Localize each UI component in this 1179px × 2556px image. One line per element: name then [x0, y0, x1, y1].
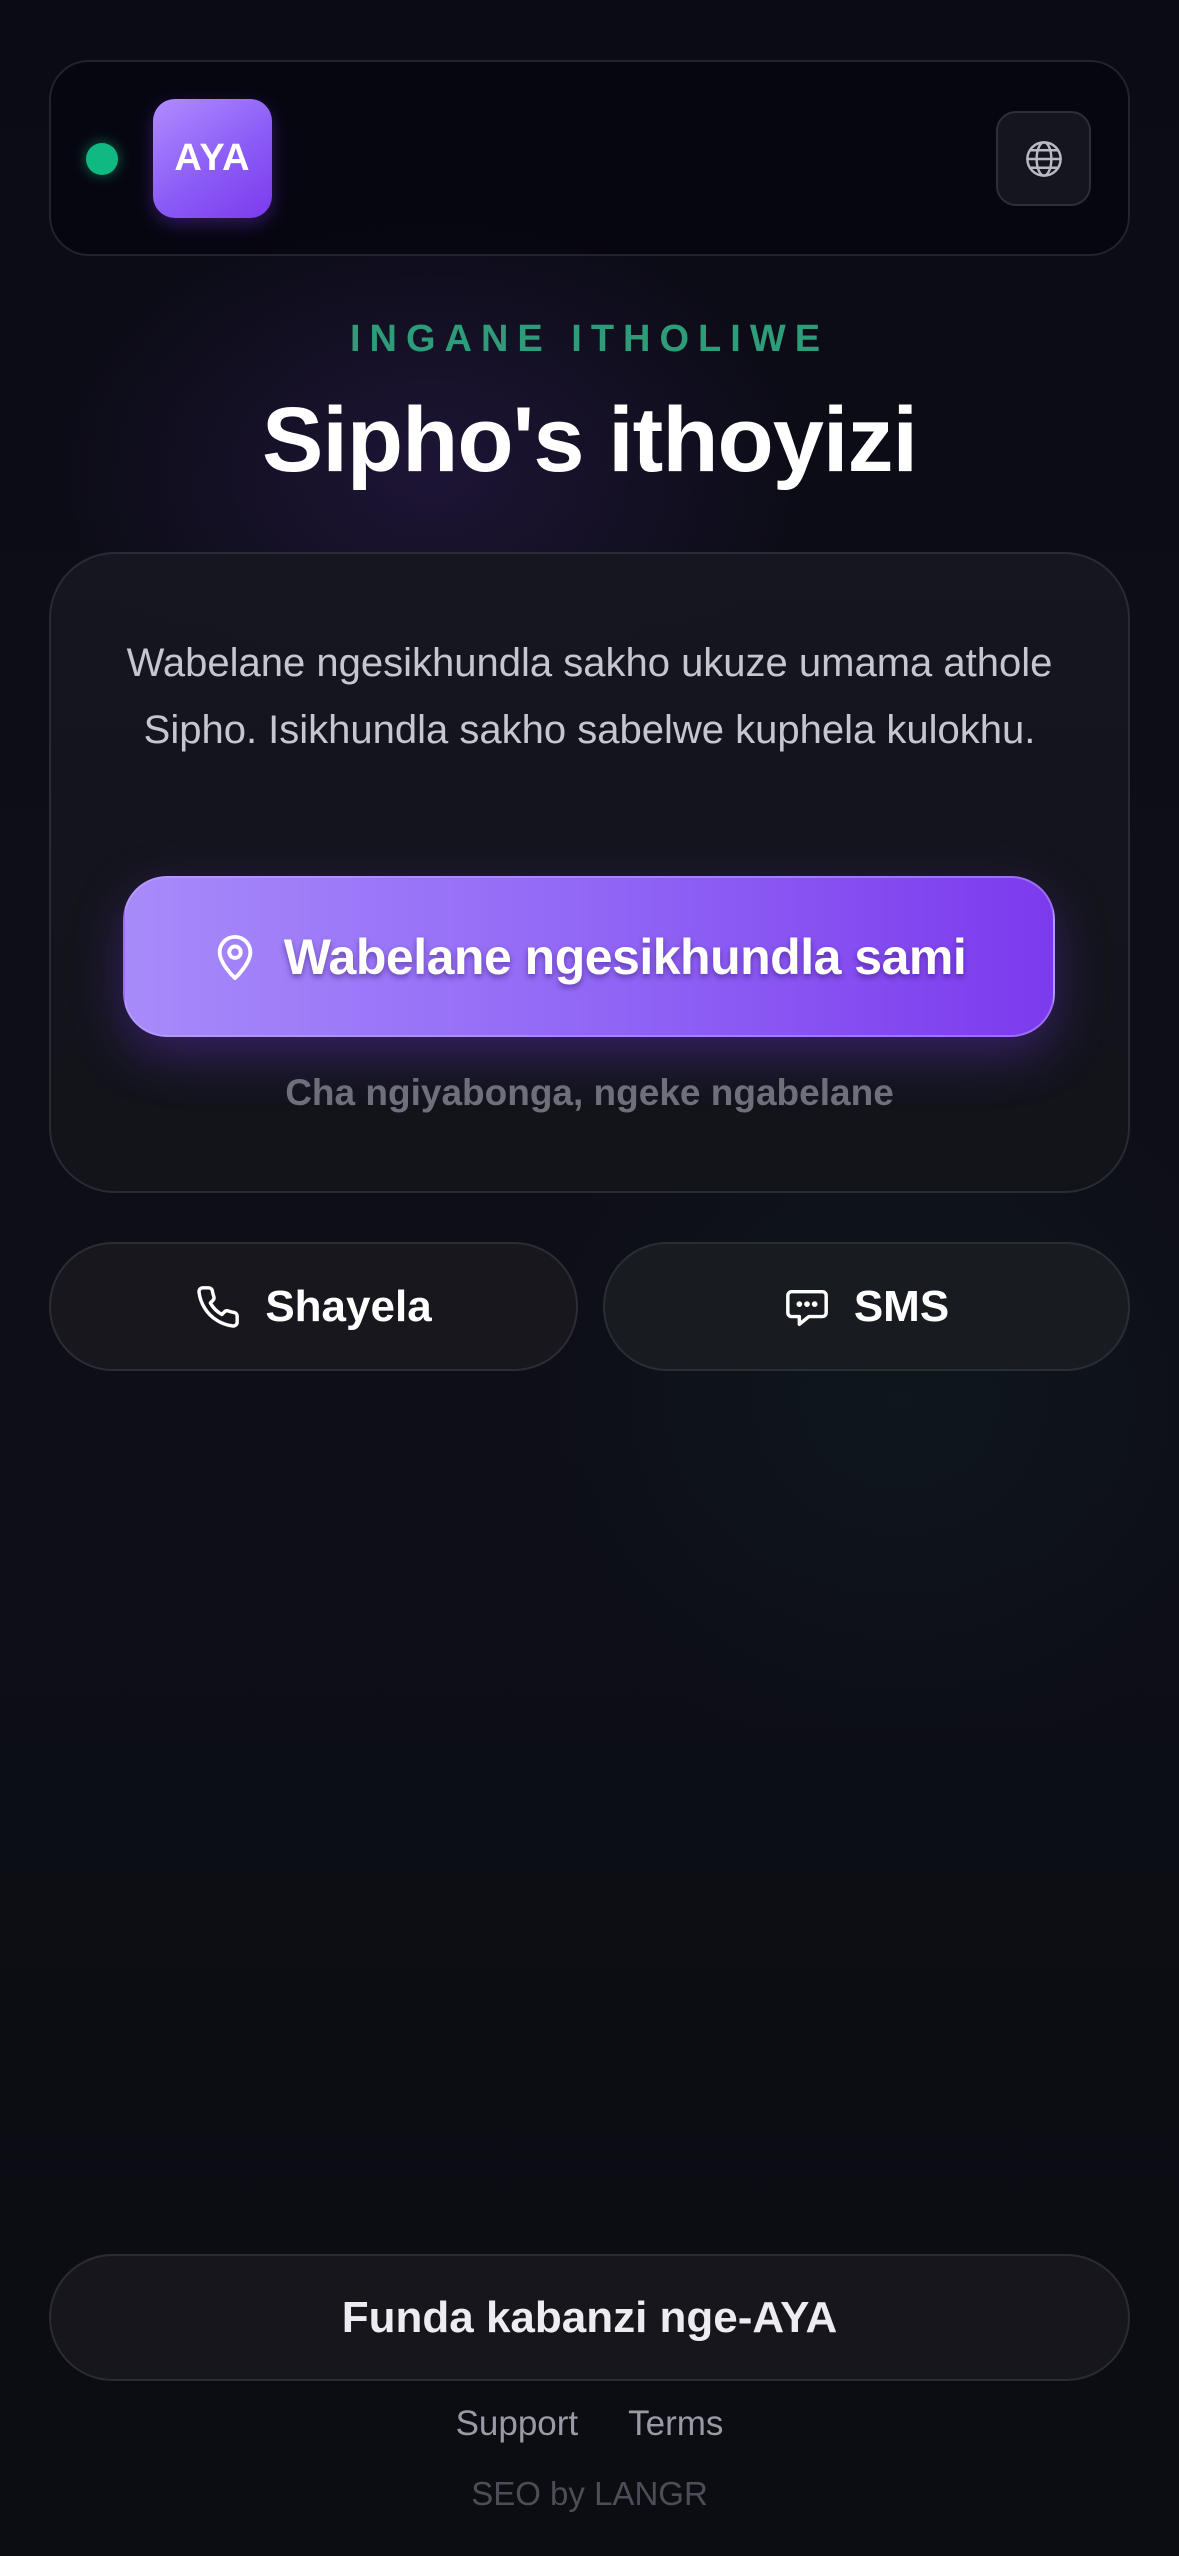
globe-icon	[1023, 138, 1065, 180]
share-location-button[interactable]: Wabelane ngesikhundla sami	[123, 876, 1055, 1037]
map-pin-icon	[212, 932, 258, 982]
language-button[interactable]	[996, 111, 1091, 206]
footer-links: Support Terms	[0, 2404, 1179, 2444]
footer-credit: SEO by LANGR	[471, 2475, 708, 2512]
chat-bubble-icon	[784, 1284, 830, 1330]
sms-label: SMS	[853, 1281, 950, 1331]
call-label: Shayela	[265, 1281, 432, 1331]
learn-more-button[interactable]: Funda kabanzi nge-AYA	[49, 2254, 1130, 2381]
call-button[interactable]: Shayela	[49, 1242, 578, 1371]
found-child-eyebrow: INGANE ITHOLIWE	[349, 318, 830, 360]
phone-icon	[195, 1284, 241, 1330]
share-location-label: Wabelane ngesikhundla sami	[283, 928, 967, 985]
sms-button[interactable]: SMS	[603, 1242, 1130, 1371]
status-indicator	[86, 143, 118, 175]
aya-logo: AYA	[153, 99, 272, 218]
decline-link[interactable]: Cha ngiyabonga, ngeke ngabelane	[0, 1072, 1179, 1114]
page-title: Sipho's ithoyizi	[262, 389, 918, 491]
terms-link[interactable]: Terms	[628, 2404, 723, 2444]
support-link[interactable]: Support	[456, 2404, 579, 2444]
card-description: Wabelane ngesikhundla sakho ukuze umama …	[126, 641, 1053, 752]
